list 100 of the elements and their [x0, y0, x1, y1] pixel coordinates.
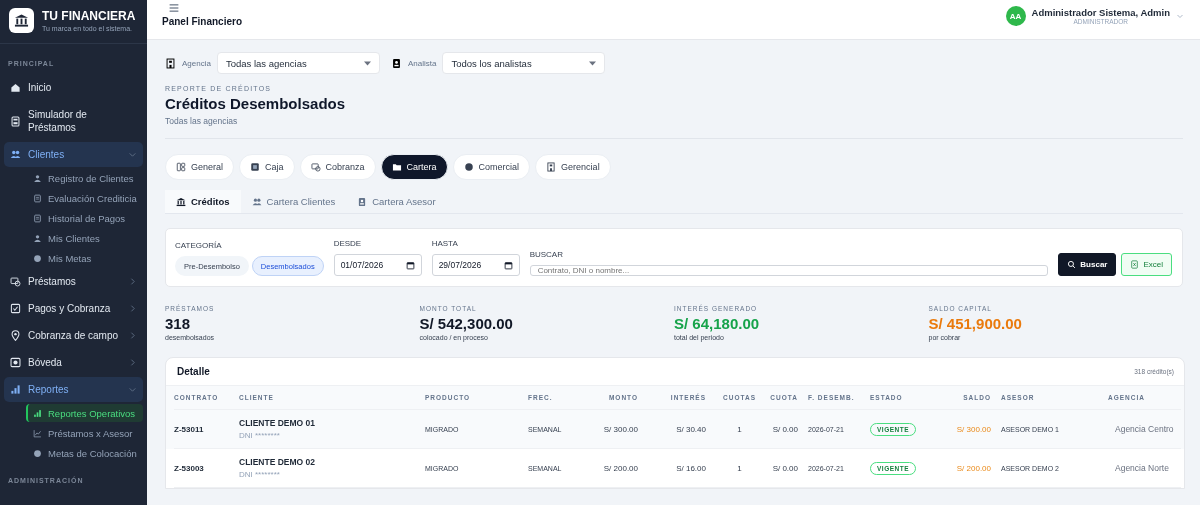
table-cell: 1: [737, 463, 742, 473]
excel-button[interactable]: Excel: [1121, 253, 1172, 276]
sidebar-item[interactable]: Préstamos: [4, 269, 143, 294]
sidebar-subitem[interactable]: Registro de Clientes: [26, 169, 143, 187]
building-icon: [546, 162, 557, 172]
circle-icon: [463, 162, 474, 172]
client-dni: DNI ********: [239, 470, 280, 479]
category-tab[interactable]: Caja: [239, 154, 295, 180]
circle-icon: [33, 448, 42, 458]
caret-icon: [363, 60, 371, 66]
filter-select[interactable]: Todas las agencias: [216, 52, 380, 74]
field-label: HASTA: [431, 239, 459, 248]
report-title: Créditos Desembolsados: [165, 95, 347, 112]
client-name: CLIENTE DEMO 01: [239, 418, 316, 428]
table-cell: S/ 0.00: [772, 463, 798, 473]
category-tab[interactable]: Cobranza: [299, 154, 376, 180]
sidebar-subitem[interactable]: Metas de Colocación: [26, 444, 143, 462]
location-pin-icon: [10, 330, 21, 341]
id-card-icon: [357, 196, 368, 207]
line-chart-icon: [33, 428, 42, 438]
stat-value: 318: [165, 315, 192, 332]
sidebar-subitem[interactable]: Historial de Pagos: [26, 209, 143, 227]
chevron-icon: [128, 277, 137, 286]
filter-select[interactable]: Todos los analistas: [442, 52, 606, 74]
caret-icon: [589, 60, 597, 66]
table-cell: S/ 300.00: [603, 424, 638, 434]
bar-chart-icon: [33, 408, 42, 418]
sidebar-item[interactable]: Inicio: [4, 75, 143, 100]
table-cell: S/ 300.00: [956, 424, 991, 434]
folder-icon: [391, 162, 402, 172]
field-label: DESDE: [333, 239, 363, 248]
id-card-icon: [390, 57, 402, 69]
stat-value: S/ 451,900.00: [928, 315, 1023, 332]
circle-icon: [33, 253, 42, 263]
spreadsheet-icon: [1130, 260, 1140, 269]
person-icon: [33, 173, 42, 183]
sidebar-subitem[interactable]: Reportes Operativos: [26, 404, 143, 422]
table-cell-text: Agencia Centro: [1114, 424, 1174, 434]
chevron-icon: [128, 385, 137, 394]
table-cell: S/ 0.00: [772, 424, 798, 434]
cash-icon: [10, 276, 21, 287]
sidebar-subitem[interactable]: Mis Metas: [26, 249, 143, 267]
sidebar-item[interactable]: Reportes: [4, 377, 143, 402]
category-tab[interactable]: General: [165, 154, 235, 180]
sub-tab[interactable]: Cartera Asesor: [346, 190, 447, 213]
page-title: Panel Financiero: [162, 16, 243, 27]
sub-tab[interactable]: Créditos: [165, 190, 241, 213]
house-icon: [10, 82, 21, 93]
building-icon: [165, 57, 176, 69]
sidebar-item[interactable]: Pagos y Cobranza: [4, 296, 143, 321]
calendar-icon: [503, 260, 513, 270]
report-subtitle: Todas las agencias: [165, 116, 1183, 139]
user-name: Administrador Sistema, Admin: [1031, 7, 1170, 18]
sidebar-subitem[interactable]: Evaluación Crediticia: [26, 189, 143, 207]
field-label: CATEGORÍA: [175, 241, 223, 250]
client-dni: DNI ********: [239, 431, 280, 440]
filter-label: Analista: [407, 58, 437, 68]
brand-name: TU FINANCIERA: [42, 9, 136, 23]
table-cell: S/ 200.00: [956, 463, 991, 473]
sidebar-item[interactable]: Clientes: [4, 142, 143, 167]
safe-icon: [10, 357, 21, 368]
layout-icon: [176, 162, 186, 172]
people-icon: [251, 196, 262, 207]
sub-tab[interactable]: Cartera Clientes: [240, 190, 347, 213]
document-icon: [33, 193, 42, 203]
document-icon: [33, 213, 42, 223]
table-cell: Z-53011: [174, 424, 204, 434]
search-button[interactable]: Buscar: [1058, 253, 1117, 276]
people-icon: [10, 149, 21, 160]
table-cell: S/ 16.00: [676, 463, 706, 473]
table-cell: S/ 200.00: [603, 463, 638, 473]
person-icon: [33, 233, 42, 243]
sidebar-subitem[interactable]: Mis Clientes: [26, 229, 143, 247]
sidebar-subitem[interactable]: Préstamos x Asesor: [26, 424, 143, 442]
category-tab[interactable]: Gerencial: [535, 154, 611, 180]
table-cell-text: Agencia Norte: [1114, 463, 1169, 473]
stat-value: S/ 64,180.00: [674, 315, 761, 332]
filter-label: Agencia: [182, 58, 211, 68]
date-field[interactable]: 01/07/2026: [333, 254, 422, 276]
sidebar-item[interactable]: Bóveda: [4, 350, 143, 375]
cash-icon: [310, 162, 321, 172]
bar-chart-icon: [10, 384, 21, 395]
bank-icon: [176, 196, 186, 207]
table-cell: S/ 30.40: [676, 424, 706, 434]
chevron-icon: [128, 331, 137, 340]
date-field[interactable]: 29/07/2026: [431, 254, 520, 276]
category-tab[interactable]: Comercial: [452, 154, 531, 180]
table-cell: 1: [737, 424, 742, 434]
sidebar-item[interactable]: Simulador de Préstamos: [4, 102, 143, 140]
stat-value: S/ 542,300.00: [419, 315, 514, 332]
search-icon: [1067, 260, 1077, 269]
chevron-icon: [1176, 12, 1184, 20]
category-tab[interactable]: Cartera: [380, 154, 448, 180]
sidebar-item[interactable]: Cobranza de campo: [4, 323, 143, 348]
table-cell: Z-53003: [174, 463, 204, 473]
register-icon: [250, 162, 261, 172]
table-title: Detalle: [177, 366, 210, 377]
search-field[interactable]: Contrato, DNI o nombre...: [529, 265, 1049, 276]
field-label: BUSCAR: [529, 250, 564, 259]
bank-icon: [14, 13, 29, 28]
